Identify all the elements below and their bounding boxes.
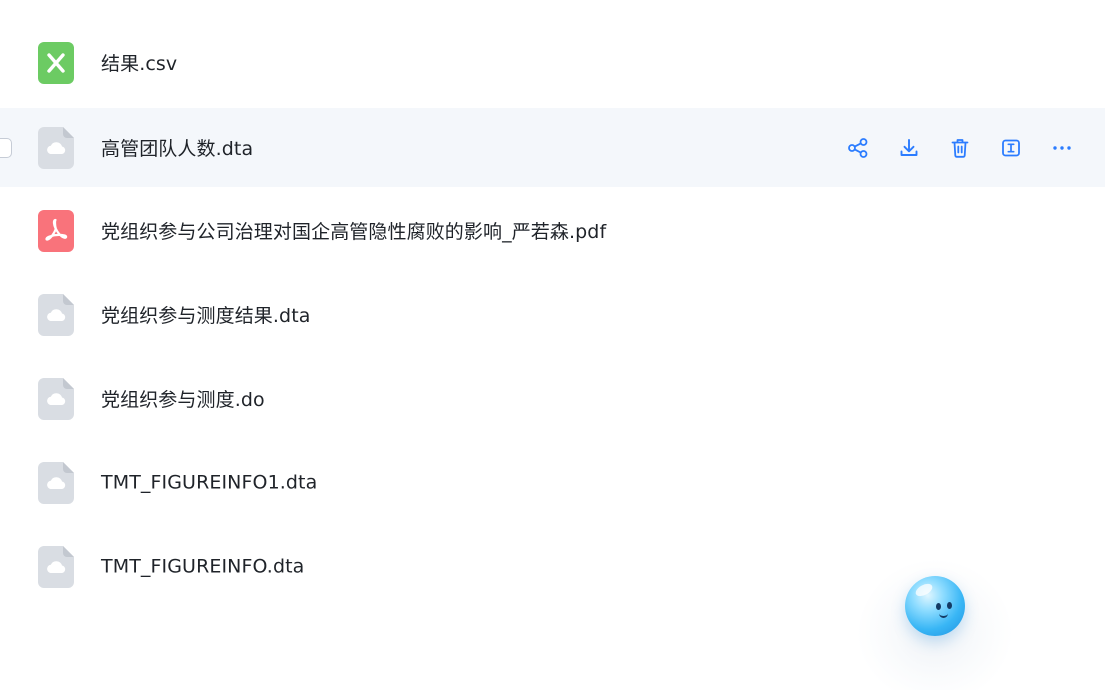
assistant-orb-icon[interactable] bbox=[905, 576, 965, 636]
file-name: 党组织参与测度结果.dta bbox=[101, 304, 311, 327]
orb-shine bbox=[913, 581, 935, 599]
spreadsheet-icon bbox=[38, 42, 74, 84]
assistant-widget bbox=[858, 560, 1012, 690]
file-name: TMT_FIGUREINFO1.dta bbox=[101, 471, 318, 494]
file-row-dta[interactable]: TMT_FIGUREINFO1.dta bbox=[0, 441, 1105, 525]
row-actions bbox=[846, 136, 1074, 160]
orb-mouth bbox=[939, 612, 948, 618]
share-icon[interactable] bbox=[846, 136, 870, 160]
cloud-file-icon bbox=[38, 462, 74, 504]
file-name: 党组织参与公司治理对国企高管隐性腐败的影响_严若森.pdf bbox=[101, 220, 607, 243]
file-row-csv[interactable]: 结果.csv bbox=[0, 21, 1105, 105]
orb-eye-left bbox=[936, 603, 941, 610]
row-checkbox[interactable] bbox=[0, 137, 12, 158]
pdf-icon bbox=[38, 210, 74, 252]
file-name: TMT_FIGUREINFO.dta bbox=[101, 555, 305, 578]
file-row-pdf[interactable]: 党组织参与公司治理对国企高管隐性腐败的影响_严若森.pdf bbox=[0, 189, 1105, 273]
rename-icon[interactable] bbox=[999, 136, 1023, 160]
file-name: 高管团队人数.dta bbox=[101, 137, 254, 160]
file-row-dta[interactable]: 党组织参与测度结果.dta bbox=[0, 273, 1105, 357]
cloud-file-icon bbox=[38, 378, 74, 420]
cloud-file-icon bbox=[38, 546, 74, 588]
file-name: 党组织参与测度.do bbox=[101, 388, 265, 411]
file-row-hovered[interactable]: 高管团队人数.dta bbox=[0, 108, 1105, 187]
cloud-file-icon bbox=[38, 126, 74, 169]
file-list: 结果.csv 高管团队人数.dta 党组织参与公司治理对国企高管隐性腐败的影响_… bbox=[0, 21, 1105, 609]
trash-icon[interactable] bbox=[948, 136, 972, 160]
download-icon[interactable] bbox=[897, 136, 921, 160]
file-name: 结果.csv bbox=[101, 52, 178, 75]
cloud-file-icon bbox=[38, 294, 74, 336]
more-icon[interactable] bbox=[1050, 136, 1074, 160]
orb-eye-right bbox=[947, 602, 952, 609]
file-row-do[interactable]: 党组织参与测度.do bbox=[0, 357, 1105, 441]
